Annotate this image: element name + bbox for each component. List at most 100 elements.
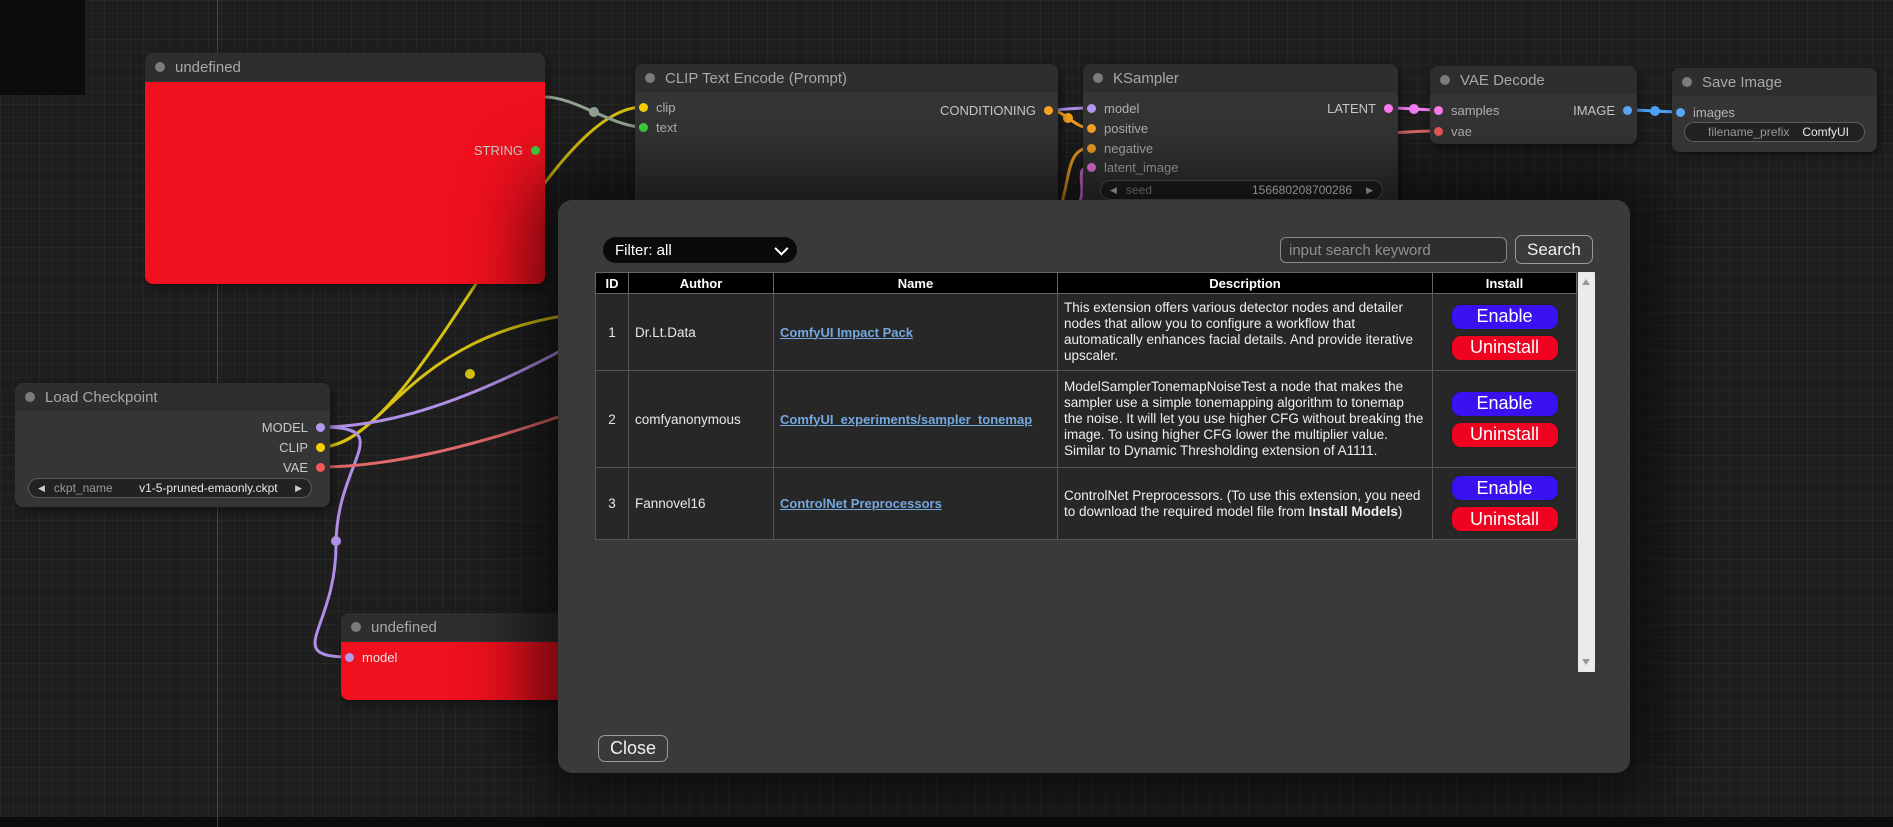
increment-arrow-icon[interactable]: ▶ [295, 483, 302, 494]
node-title-bar[interactable]: undefined [341, 613, 576, 641]
seed-widget[interactable]: ◀ seed 156680208700286 ▶ [1100, 180, 1383, 200]
widget-value[interactable]: ComfyUI [1802, 125, 1849, 139]
collapse-dot-icon[interactable] [351, 622, 361, 632]
enable-button[interactable]: Enable [1451, 304, 1559, 330]
header-description: Description [1058, 273, 1433, 294]
header-name: Name [774, 273, 1058, 294]
collapse-dot-icon[interactable] [1440, 75, 1450, 85]
port-dot-icon[interactable] [316, 423, 325, 432]
node-title-bar[interactable]: Load Checkpoint [15, 383, 330, 411]
port-dot-icon[interactable] [1087, 124, 1096, 133]
collapse-dot-icon[interactable] [1682, 77, 1692, 87]
wire-midpoint-dot [1650, 106, 1660, 116]
node-title-bar[interactable]: undefined [145, 53, 545, 81]
port-label: clip [656, 100, 676, 115]
cell-description: ModelSamplerTonemapNoiseTest a node that… [1058, 371, 1433, 468]
port-label: STRING [474, 143, 523, 158]
node-undefined-top[interactable]: undefined STRING [145, 53, 545, 284]
vertical-scrollbar[interactable] [1578, 272, 1595, 672]
port-dot-icon[interactable] [1087, 144, 1096, 153]
port-label: positive [1104, 121, 1148, 136]
input-port-positive[interactable]: positive [1087, 121, 1148, 135]
enable-button[interactable]: Enable [1451, 391, 1559, 417]
port-dot-icon[interactable] [1087, 163, 1096, 172]
input-port-latent-image[interactable]: latent_image [1087, 160, 1178, 174]
port-dot-icon[interactable] [639, 103, 648, 112]
node-vae-decode[interactable]: VAE Decode samples vae IMAGE [1430, 66, 1637, 144]
port-label: vae [1451, 124, 1472, 139]
input-port-vae[interactable]: vae [1434, 124, 1472, 138]
uninstall-button[interactable]: Uninstall [1451, 422, 1559, 448]
collapse-dot-icon[interactable] [645, 73, 655, 83]
decrement-arrow-icon[interactable]: ◀ [1110, 185, 1117, 196]
uninstall-button[interactable]: Uninstall [1451, 335, 1559, 361]
input-port-text[interactable]: text [639, 120, 677, 134]
extension-link[interactable]: ComfyUI Impact Pack [780, 325, 913, 340]
port-dot-icon[interactable] [316, 463, 325, 472]
node-title-bar[interactable]: VAE Decode [1430, 66, 1637, 94]
input-port-negative[interactable]: negative [1087, 141, 1153, 155]
port-dot-icon[interactable] [1434, 127, 1443, 136]
port-label: CONDITIONING [940, 103, 1036, 118]
output-port-vae[interactable]: VAE [283, 460, 325, 474]
output-port-conditioning[interactable]: CONDITIONING [940, 103, 1053, 117]
output-port-model[interactable]: MODEL [262, 420, 325, 434]
search-input[interactable] [1280, 237, 1507, 263]
collapse-dot-icon[interactable] [25, 392, 35, 402]
enable-button[interactable]: Enable [1451, 475, 1559, 501]
widget-value[interactable]: v1-5-pruned-emaonly.ckpt [139, 481, 278, 495]
collapse-dot-icon[interactable] [1093, 73, 1103, 83]
port-dot-icon[interactable] [345, 653, 354, 662]
port-dot-icon[interactable] [531, 146, 540, 155]
filter-selected-value: Filter: all [615, 242, 672, 259]
input-port-model[interactable]: model [345, 650, 397, 664]
filter-select[interactable]: Filter: all [603, 237, 797, 263]
output-port-clip[interactable]: CLIP [279, 440, 325, 454]
scroll-down-arrow-icon[interactable] [1582, 659, 1590, 665]
node-save-image[interactable]: Save Image images filename_prefix ComfyU… [1672, 68, 1877, 152]
input-port-samples[interactable]: samples [1434, 103, 1499, 117]
port-dot-icon[interactable] [1676, 108, 1685, 117]
output-port-image[interactable]: IMAGE [1573, 103, 1632, 117]
port-dot-icon[interactable] [1623, 106, 1632, 115]
port-dot-icon[interactable] [1434, 106, 1443, 115]
input-port-model[interactable]: model [1087, 101, 1139, 115]
wire-midpoint-dot [589, 107, 599, 117]
uninstall-button[interactable]: Uninstall [1451, 506, 1559, 532]
ckpt-name-widget[interactable]: ◀ ckpt_name v1-5-pruned-emaonly.ckpt ▶ [28, 478, 312, 498]
input-port-clip[interactable]: clip [639, 100, 676, 114]
port-dot-icon[interactable] [639, 123, 648, 132]
search-button[interactable]: Search [1515, 235, 1593, 264]
extension-link[interactable]: ComfyUI_experiments/sampler_tonemap [780, 412, 1032, 427]
filename-prefix-widget[interactable]: filename_prefix ComfyUI [1684, 122, 1865, 142]
widget-value[interactable]: 156680208700286 [1252, 183, 1352, 197]
node-title-bar[interactable]: CLIP Text Encode (Prompt) [635, 64, 1058, 92]
chevron-down-icon [774, 242, 788, 256]
widget-label: ckpt_name [54, 481, 113, 495]
node-title: undefined [371, 619, 437, 636]
port-label: samples [1451, 103, 1499, 118]
port-dot-icon[interactable] [316, 443, 325, 452]
collapse-dot-icon[interactable] [155, 62, 165, 72]
graph-canvas[interactable]: undefined STRING CLIP Text Encode (Promp… [0, 0, 1893, 827]
node-error-body [145, 82, 545, 284]
output-port-latent[interactable]: LATENT [1327, 101, 1393, 115]
port-dot-icon[interactable] [1087, 104, 1096, 113]
increment-arrow-icon[interactable]: ▶ [1366, 185, 1373, 196]
cell-id: 2 [596, 371, 629, 468]
node-load-checkpoint[interactable]: Load Checkpoint MODEL CLIP VAE ◀ ckpt_na… [15, 383, 330, 507]
port-label: IMAGE [1573, 103, 1615, 118]
node-undefined-bottom[interactable]: undefined model [341, 613, 576, 700]
port-dot-icon[interactable] [1044, 106, 1053, 115]
extension-link[interactable]: ControlNet Preprocessors [780, 496, 942, 511]
decrement-arrow-icon[interactable]: ◀ [38, 483, 45, 494]
output-port-string[interactable]: STRING [474, 143, 540, 157]
port-label: LATENT [1327, 101, 1376, 116]
scroll-up-arrow-icon[interactable] [1582, 279, 1590, 285]
port-dot-icon[interactable] [1384, 104, 1393, 113]
input-port-images[interactable]: images [1676, 105, 1735, 119]
cell-id: 1 [596, 294, 629, 371]
node-title-bar[interactable]: Save Image [1672, 68, 1877, 96]
close-button[interactable]: Close [598, 735, 668, 762]
node-title-bar[interactable]: KSampler [1083, 64, 1398, 92]
